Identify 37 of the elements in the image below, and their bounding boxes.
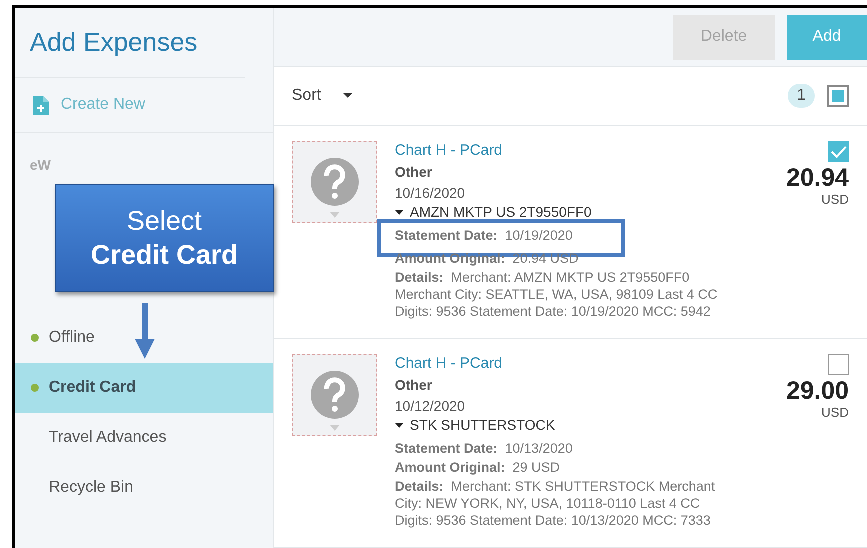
expense-category: Other: [395, 376, 434, 395]
merchant-name: STK SHUTTERSTOCK: [395, 416, 768, 434]
caret-icon: [395, 210, 404, 214]
merchant-name: AMZN MKTP US 2T9550FF0: [395, 203, 768, 221]
sort-dropdown[interactable]: Sort: [292, 86, 354, 105]
field-line: Details: Merchant: AMZN MKTP US 2T9550FF0 Merchant City: SEATTLE, WA, USA, 98109 Last 4 CC Digits: 9536 Statement Date: 10/19/2020 MCC: 5942: [395, 270, 718, 319]
currency-label: USD: [822, 405, 849, 420]
expense-category: Other: [395, 163, 434, 182]
select-all-checkbox[interactable]: [827, 84, 849, 107]
field-line: Statement Date: 10/13/2020: [395, 441, 573, 456]
page-title: Add Expenses: [15, 8, 245, 78]
selected-count-badge: 1: [788, 84, 815, 108]
expense-amount: 20.94: [786, 164, 849, 192]
currency-label: USD: [822, 192, 849, 207]
expense-date: 10/12/2020: [395, 397, 466, 416]
expense-title[interactable]: Chart H - PCard: [395, 141, 768, 161]
section-label: eW: [29, 156, 52, 173]
sidebar-item[interactable]: Offline: [15, 313, 273, 363]
receipt-placeholder[interactable]: [292, 141, 377, 223]
sidebar-item[interactable]: Travel Advances: [15, 413, 273, 463]
sidebar-item[interactable]: Credit Card: [15, 363, 273, 413]
expense-checkbox[interactable]: [828, 141, 849, 162]
expense-date: 10/16/2020: [395, 184, 466, 203]
sidebar-item[interactable]: Recycle Bin: [15, 463, 273, 513]
caret-icon: [395, 422, 404, 428]
new-document-icon: [33, 96, 49, 114]
instruction-tooltip: Select Credit Card: [55, 184, 274, 292]
expense-title[interactable]: Chart H - PCard: [395, 354, 768, 374]
field-line: Amount Original: 29 USD: [395, 460, 560, 475]
down-arrow: [135, 303, 155, 359]
caret-icon: [330, 425, 340, 431]
field-line: Statement Date: 10/19/2020: [395, 228, 573, 243]
expense-amount: 29.00: [786, 377, 849, 405]
field-line: Details: Merchant: STK SHUTTERSTOCK Merchant City: NEW YORK, NY, USA, 10118-0110 Last 4 CC Digits: 9536 Statement Date: 10/13/2020 MCC: 7333: [395, 479, 716, 528]
caret-icon: [330, 212, 340, 218]
receipt-placeholder[interactable]: [292, 354, 377, 436]
expense-checkbox[interactable]: [828, 354, 849, 375]
